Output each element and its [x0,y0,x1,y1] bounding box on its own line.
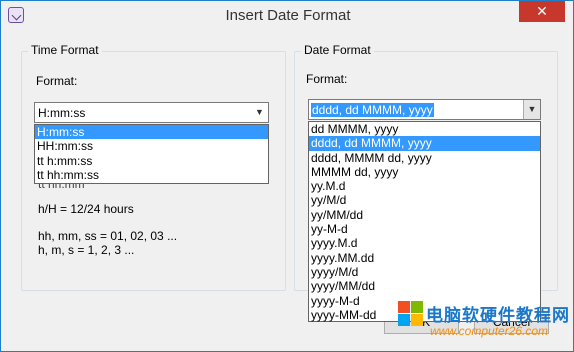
date-format-option[interactable]: yy-M-d [309,222,540,236]
date-format-combo-value-wrap: dddd, dd MMMM, yyyy [311,103,434,117]
watermark-url: www.computer26.com [430,324,549,338]
date-format-option[interactable]: yy/MM/dd [309,208,540,222]
date-format-option[interactable]: dd MMMM, yyyy [309,122,540,136]
time-format-option[interactable]: tt h:mm:ss [35,154,268,168]
time-help-one-digit: h, m, s = 1, 2, 3 ... [38,243,135,257]
date-format-option[interactable]: yy.M.d [309,179,540,193]
date-format-option[interactable]: yyyy/M/d [309,265,540,279]
time-format-option[interactable]: H:mm:ss [35,125,268,140]
site-watermark: 电脑软硬件教程网 www.computer26.com [398,301,570,347]
time-format-combo[interactable]: H:mm:ss ▼ [34,102,269,123]
date-format-label: Format: [306,72,348,86]
time-format-combo-value: H:mm:ss [38,106,86,120]
date-format-combo[interactable]: dddd, dd MMMM, yyyy ▼ [308,99,541,120]
date-format-option[interactable]: yyyy/MM/dd [309,279,540,293]
date-format-option[interactable]: dddd, MMMM dd, yyyy [309,151,540,165]
watermark-text: 电脑软硬件教程网 [426,306,570,325]
time-help-two-digit: hh, mm, ss = 01, 02, 03 ... [38,229,178,243]
close-icon: ✕ [536,3,548,19]
title-bar[interactable]: Insert Date Format ✕ [1,1,573,31]
date-format-option[interactable]: MMMM dd, yyyy [309,165,540,179]
close-button[interactable]: ✕ [519,1,565,22]
insert-date-format-dialog: Insert Date Format ✕ Time Format Format:… [0,0,574,352]
date-format-option[interactable]: yyyy.MM.dd [309,251,540,265]
windows-logo-icon [398,301,424,327]
chevron-down-icon[interactable]: ▼ [523,100,540,119]
time-format-label: Format: [36,74,78,88]
window-title: Insert Date Format [225,7,351,24]
time-help-hours: h/H = 12/24 hours [38,202,134,216]
time-format-option[interactable]: tt hh:mm:ss [35,168,268,182]
time-format-group-title: Time Format [28,43,102,57]
chevron-down-icon[interactable]: ▼ [251,103,268,122]
date-format-option[interactable]: dddd, dd MMMM, yyyy [309,136,540,151]
date-format-option[interactable]: yy/M/d [309,193,540,207]
date-format-group-title: Date Format [301,43,374,57]
time-format-dropdown-list[interactable]: H:mm:ss HH:mm:ss tt h:mm:ss tt hh:mm:ss [34,124,269,184]
date-format-option[interactable]: yyyy.M.d [309,236,540,250]
time-format-option[interactable]: HH:mm:ss [35,139,268,153]
date-format-dropdown-list[interactable]: dd MMMM, yyyy dddd, dd MMMM, yyyy dddd, MM… [308,121,541,322]
date-format-combo-value: dddd, dd MMMM, yyyy [311,103,434,117]
